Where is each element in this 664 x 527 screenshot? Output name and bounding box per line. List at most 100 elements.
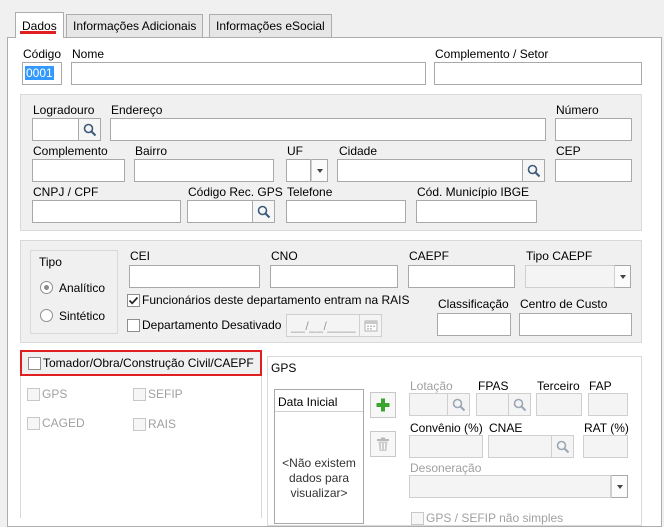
data-inicial-header: Data Inicial (278, 395, 338, 409)
codigo-label: Código (23, 47, 62, 61)
sefip-check-label: SEFIP (148, 387, 183, 401)
complemento-setor-input[interactable] (434, 62, 642, 85)
lotacao-search-button[interactable] (448, 393, 470, 416)
search-icon (556, 440, 569, 453)
gps-list-empty-message: <Não existem dados para visualizar> (282, 456, 356, 500)
chevron-down-icon (619, 274, 626, 279)
caged-checkbox[interactable] (27, 417, 40, 430)
rat-input[interactable] (583, 435, 628, 458)
complemento-setor-label: Complemento / Setor (435, 47, 549, 61)
bairro-label: Bairro (135, 144, 168, 158)
classificacao-label: Classificação (438, 297, 509, 311)
cnpj-cpf-input[interactable] (32, 200, 181, 223)
rais-tomador-check-label: RAIS (148, 417, 177, 431)
codigo-input[interactable]: 0001 (22, 62, 62, 85)
uf-dropdown-button[interactable] (311, 159, 328, 182)
radio-sintetico[interactable] (40, 309, 53, 322)
search-icon (513, 398, 526, 411)
telefone-input[interactable] (286, 200, 406, 223)
convenio-label: Convênio (%) (410, 421, 483, 435)
search-icon (452, 398, 465, 411)
logradouro-input[interactable] (32, 118, 79, 141)
desoneracao-dropdown-button[interactable] (611, 475, 628, 498)
tipo-caepf-dropdown-button[interactable] (614, 265, 631, 288)
gps-checkbox[interactable] (27, 388, 40, 401)
numero-label: Número (556, 103, 599, 117)
lotacao-input[interactable] (409, 393, 448, 416)
terceiro-label: Terceiro (537, 379, 580, 393)
codigo-rec-gps-search-button[interactable] (253, 200, 275, 223)
fap-label: FAP (589, 379, 612, 393)
gps-sefip-label: GPS / SEFIP não simples (426, 511, 564, 525)
caepf-input[interactable] (408, 265, 515, 288)
gps-group-label: GPS (271, 361, 297, 375)
gps-list-header: Data Inicial (275, 390, 363, 412)
rat-label: RAT (%) (584, 421, 629, 435)
tab-informacoes-esocial-label: Informações eSocial (216, 19, 325, 33)
classificacao-input[interactable] (437, 313, 511, 336)
checkmark-icon (128, 296, 139, 305)
tomador-check-label: Tomador/Obra/Construção Civil/CAEPF (43, 356, 254, 370)
nome-input[interactable] (71, 62, 426, 85)
radio-selected-dot (44, 285, 49, 290)
plus-icon (376, 398, 390, 412)
logradouro-search-button[interactable] (79, 118, 101, 141)
endereco-input[interactable] (110, 118, 546, 141)
caged-check-label: CAGED (42, 416, 85, 430)
bairro-input[interactable] (134, 159, 274, 182)
fap-input[interactable] (588, 393, 628, 416)
tab-informacoes-esocial[interactable]: Informações eSocial (209, 14, 332, 37)
complemento-input[interactable] (32, 159, 125, 182)
uf-select[interactable] (286, 159, 311, 182)
cei-input[interactable] (129, 265, 260, 288)
departamento-desativado-checkbox[interactable] (127, 319, 140, 332)
rais-checkbox[interactable] (127, 294, 140, 307)
desoneracao-select[interactable] (409, 475, 611, 498)
endereco-label: Endereço (111, 103, 163, 117)
codigo-value: 0001 (25, 66, 54, 80)
gps-check-label: GPS (42, 387, 68, 401)
tab-informacoes-adicionais-label: Informações Adicionais (73, 19, 197, 33)
desoneracao-label: Desoneração (410, 461, 482, 475)
calendar-button[interactable] (360, 314, 382, 337)
tab-dados[interactable]: Dados (15, 12, 64, 38)
fpas-search-button[interactable] (509, 393, 531, 416)
tomador-checkbox[interactable] (28, 357, 41, 370)
fpas-input[interactable] (476, 393, 509, 416)
uf-label: UF (287, 144, 303, 158)
radio-analitico[interactable] (40, 281, 53, 294)
calendar-icon (364, 320, 377, 332)
centro-custo-input[interactable] (519, 313, 632, 336)
cep-input[interactable] (555, 159, 632, 182)
sintetico-label: Sintético (59, 309, 106, 323)
fpas-label: FPAS (478, 379, 509, 393)
cidade-search-button[interactable] (523, 159, 545, 182)
search-icon (83, 123, 96, 136)
telefone-label: Telefone (287, 185, 333, 199)
rais-tomador-checkbox[interactable] (133, 418, 146, 431)
cnpj-cpf-label: CNPJ / CPF (33, 185, 99, 199)
desativado-date-input[interactable]: __/__/____ (286, 314, 360, 337)
codigo-rec-gps-input[interactable] (187, 200, 253, 223)
cod-municipio-input[interactable] (416, 200, 537, 223)
sefip-checkbox[interactable] (133, 388, 146, 401)
chevron-down-icon (616, 484, 623, 489)
tipo-caepf-select[interactable] (525, 265, 615, 288)
numero-input[interactable] (555, 118, 632, 141)
nome-label: Nome (72, 47, 105, 61)
cidade-input[interactable] (337, 159, 523, 182)
cnae-search-button[interactable] (552, 435, 574, 458)
gps-add-button[interactable] (370, 392, 396, 418)
terceiro-input[interactable] (536, 393, 582, 416)
gps-list[interactable]: Data Inicial <Não existem dados para vis… (274, 389, 364, 524)
gps-sefip-checkbox[interactable] (411, 512, 424, 525)
convenio-input[interactable] (409, 435, 483, 458)
gps-delete-button[interactable] (370, 431, 396, 457)
lotacao-label: Lotação (410, 379, 453, 393)
cnae-input[interactable] (488, 435, 552, 458)
departamento-desativado-label: Departamento Desativado (142, 318, 282, 332)
trash-icon (377, 437, 389, 451)
tab-informacoes-adicionais[interactable]: Informações Adicionais (66, 14, 204, 37)
date-placeholder: __/__/____ (291, 319, 357, 333)
cno-input[interactable] (270, 265, 398, 288)
